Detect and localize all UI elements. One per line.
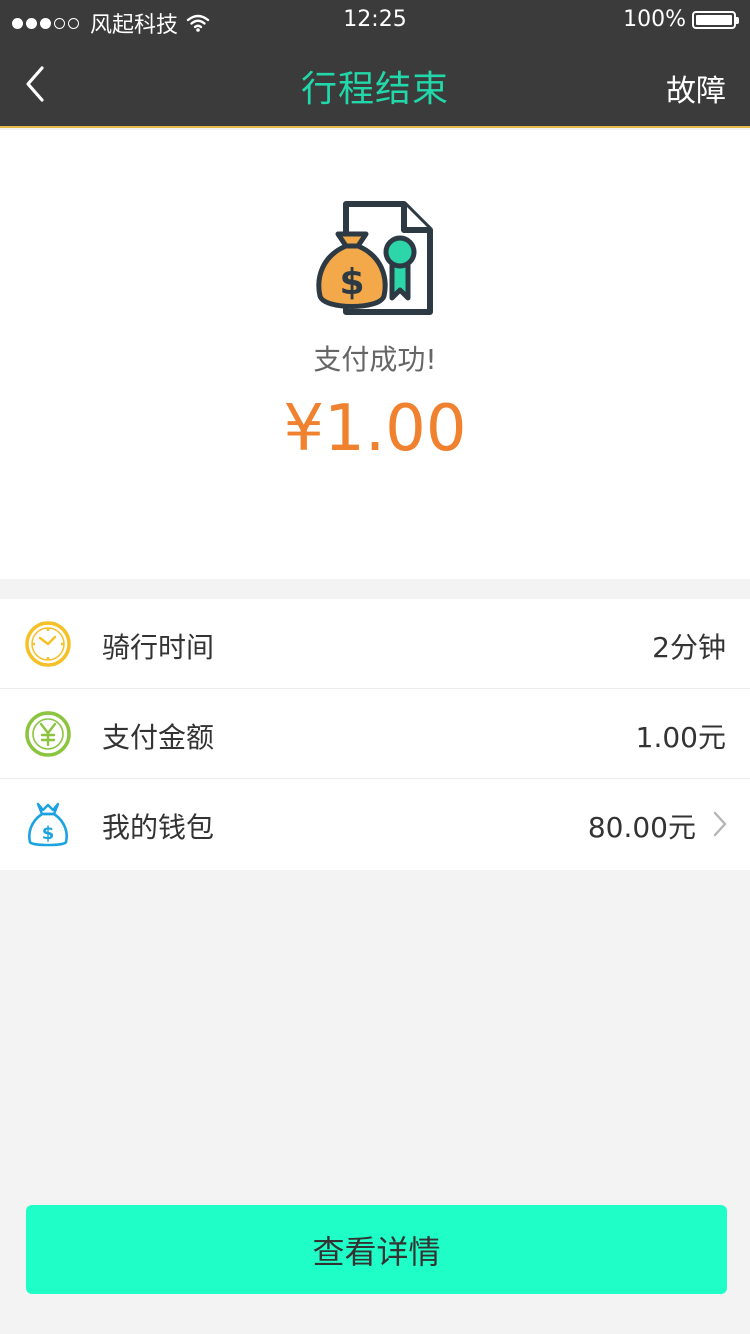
wallet-row[interactable]: $ 我的钱包 80.00元: [0, 779, 750, 870]
ride-time-label: 骑行时间: [102, 631, 215, 664]
yuan-coin-icon: [25, 711, 71, 757]
paid-amount-label: 支付金额: [102, 721, 215, 754]
payment-result-panel: $ 支付成功! ¥1.00: [0, 130, 750, 579]
paid-amount-value: 1.00元: [635, 721, 726, 754]
svg-text:$: $: [339, 262, 364, 303]
payment-success-message: 支付成功!: [313, 343, 437, 376]
svg-text:$: $: [42, 823, 55, 844]
money-bag-certificate-icon: $: [316, 201, 433, 315]
ride-time-row: 骑行时间 2分钟: [0, 599, 750, 689]
battery-icon: [692, 10, 739, 29]
ride-time-value: 2分钟: [652, 631, 726, 664]
payment-amount: ¥1.00: [283, 392, 467, 466]
paid-amount-row: 支付金额 1.00元: [0, 689, 750, 779]
clock-icon: [25, 621, 71, 667]
trip-details-list: 骑行时间 2分钟 支付金额 1.00元 $ 我的钱包 80.00元: [0, 599, 750, 870]
battery-percent: 100%: [623, 7, 686, 32]
wallet-balance: 80.00元: [587, 811, 696, 844]
wallet-label: 我的钱包: [102, 811, 215, 844]
view-details-button[interactable]: 查看详情: [26, 1205, 727, 1294]
nav-bar: 行程结束 故障: [0, 40, 750, 128]
status-right: 100%: [623, 7, 739, 32]
wallet-bag-icon: $: [28, 802, 68, 847]
chevron-right-icon: [713, 811, 727, 837]
report-fault-button[interactable]: 故障: [666, 66, 726, 110]
page-title: 行程结束: [300, 69, 449, 110]
status-bar: 风起科技 12:25 100%: [0, 0, 750, 40]
